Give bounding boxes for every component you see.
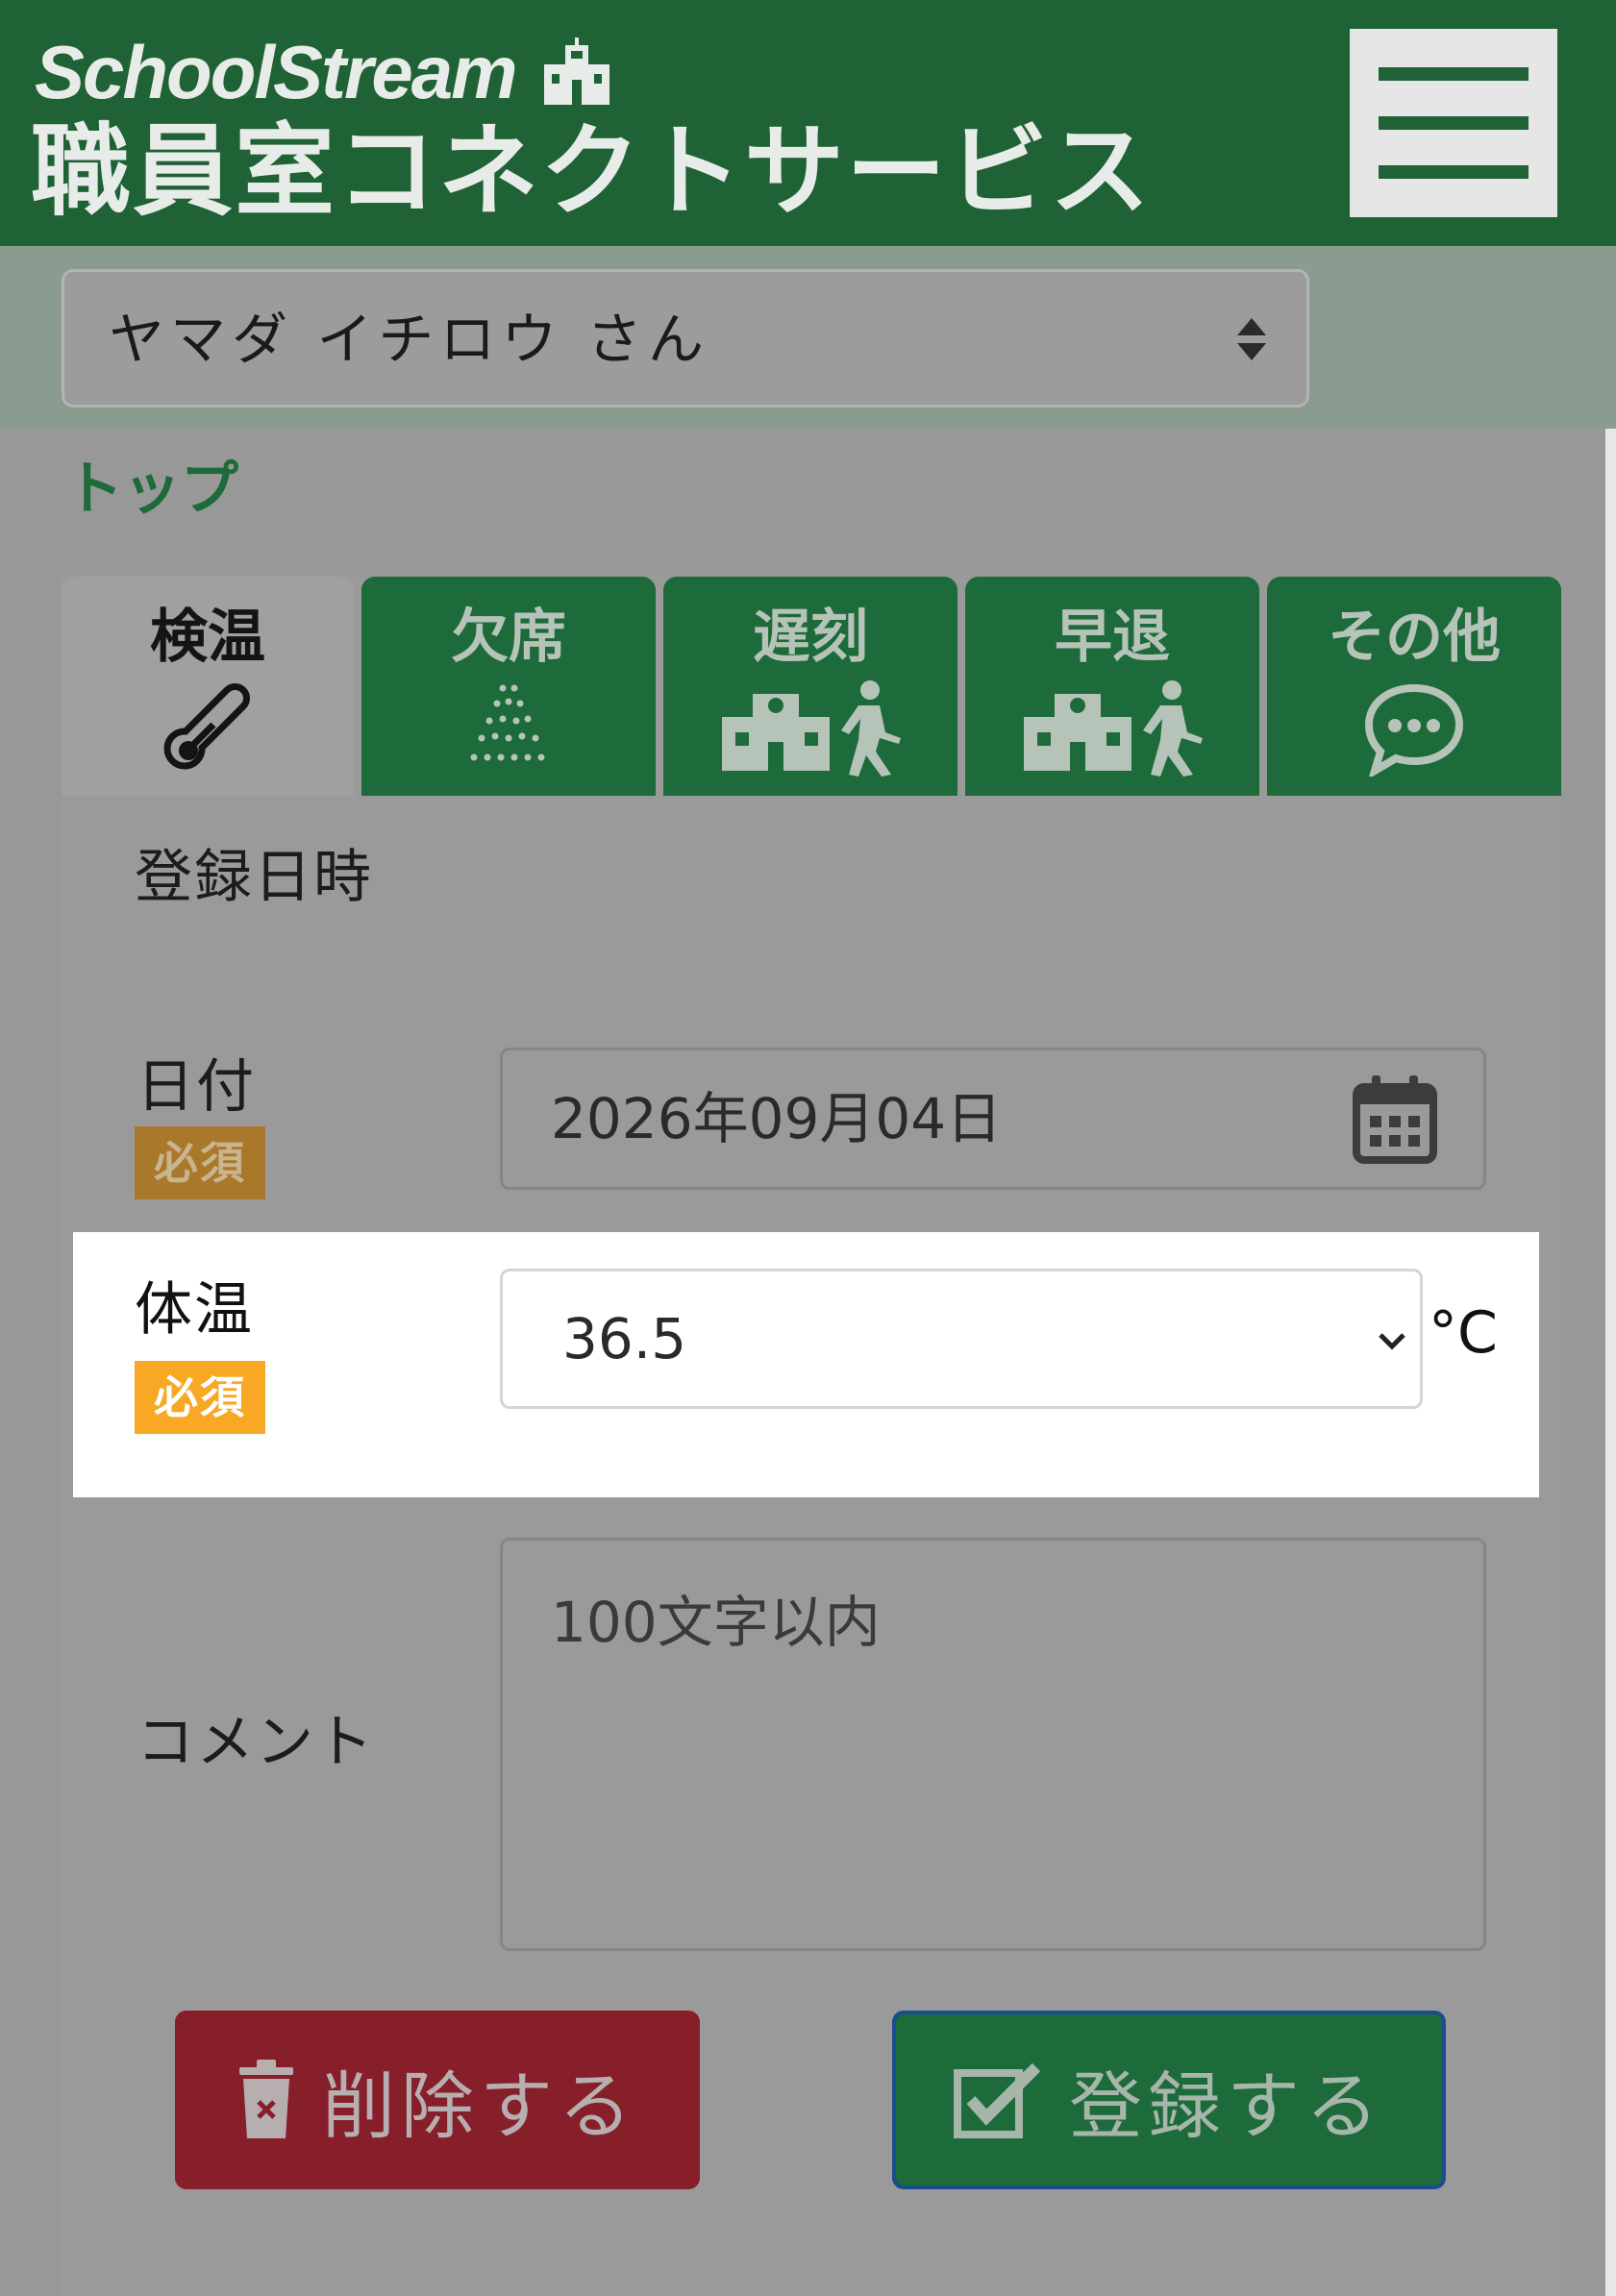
app-header: SchoolStream 職員室コネクトサービス	[0, 0, 1616, 246]
comment-textarea[interactable]: 100文字以内	[500, 1538, 1486, 1951]
comment-placeholder: 100文字以内	[551, 1590, 881, 1655]
school-building-icon	[544, 37, 610, 105]
delete-button-label: 削除する	[322, 2063, 637, 2149]
tab-label: 遅刻	[753, 604, 868, 671]
tab-label: 早退	[1055, 604, 1170, 671]
tab-absence[interactable]: 欠席	[361, 577, 656, 798]
user-select-bar: ヤマダ イチロウ さん	[0, 246, 1616, 429]
chevron-down-icon	[1379, 1333, 1405, 1350]
brand-logo: SchoolStream	[35, 29, 613, 115]
tab-label: その他	[1328, 604, 1501, 671]
registered-datetime-label: 登録日時	[135, 844, 373, 911]
dots-icon	[470, 684, 545, 761]
trash-icon	[239, 2060, 293, 2138]
user-select[interactable]: ヤマダ イチロウ さん	[62, 269, 1309, 407]
temperature-label: 体温	[135, 1276, 254, 1344]
checkbox-check-icon	[954, 2062, 1041, 2138]
school-walking-person-icon	[722, 680, 901, 777]
menu-button[interactable]	[1350, 29, 1557, 217]
date-field[interactable]: 2026年09月04日	[500, 1048, 1486, 1190]
delete-button[interactable]: 削除する	[175, 2011, 700, 2189]
date-value: 2026年09月04日	[551, 1086, 1003, 1151]
tab-late[interactable]: 遅刻	[663, 577, 957, 798]
tab-early-leave[interactable]: 早退	[965, 577, 1259, 798]
submit-button-label: 登録する	[1069, 2063, 1384, 2149]
tab-divider	[62, 796, 1561, 798]
tab-other[interactable]: その他	[1267, 577, 1561, 798]
service-title: 職員室コネクトサービス	[31, 112, 1153, 230]
temperature-select[interactable]: 36.5	[500, 1269, 1423, 1409]
brand-name: SchoolStream	[35, 29, 517, 114]
page-edge	[1605, 429, 1616, 2296]
submit-button[interactable]: 登録する	[892, 2011, 1446, 2189]
calendar-icon[interactable]	[1351, 1074, 1439, 1166]
thermometer-icon	[163, 683, 250, 770]
chat-bubble-icon	[1364, 683, 1464, 777]
temperature-row: 体温 必須 36.5 °C	[73, 1232, 1539, 1497]
temperature-value: 36.5	[562, 1306, 687, 1371]
temperature-required-badge: 必須	[135, 1361, 265, 1434]
tab-label: 検温	[150, 604, 265, 671]
breadcrumb[interactable]: トップ	[65, 442, 238, 526]
date-label: 日付	[137, 1053, 256, 1121]
tab-label: 欠席	[451, 604, 566, 671]
comment-label: コメント	[137, 1709, 375, 1776]
date-required-badge: 必須	[135, 1126, 265, 1199]
sort-arrows-icon	[1237, 318, 1266, 360]
tab-temperature[interactable]: 検温	[62, 577, 354, 798]
school-walking-person-icon	[1024, 680, 1203, 777]
user-select-value: ヤマダ イチロウ さん	[109, 307, 709, 372]
temperature-unit: °C	[1429, 1299, 1498, 1367]
